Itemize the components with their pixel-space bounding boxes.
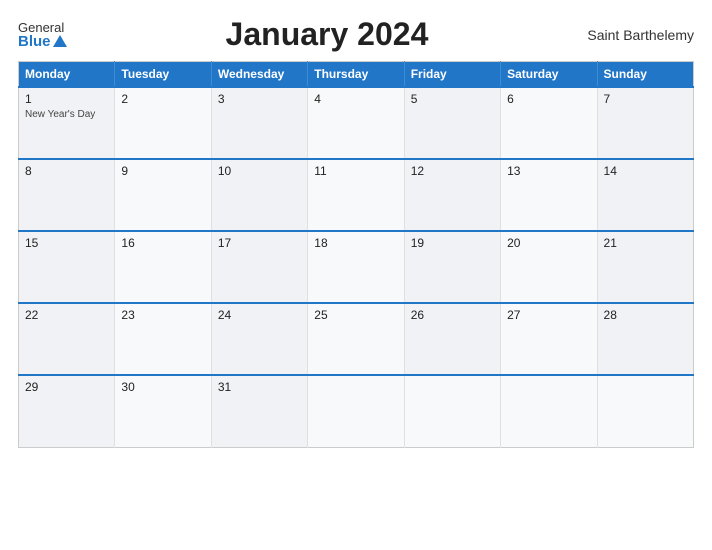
weekday-header-friday: Friday [404,62,500,88]
calendar-cell: 2 [115,87,211,159]
calendar-week-row: 29 30 31 [19,375,694,447]
calendar-cell: 10 [211,159,307,231]
logo: General Blue [18,21,67,49]
day-number: 5 [411,92,494,106]
calendar-cell: 26 [404,303,500,375]
calendar-cell: 7 [597,87,693,159]
day-number: 6 [507,92,590,106]
calendar-cell: 9 [115,159,211,231]
calendar-cell: 8 [19,159,115,231]
day-number: 19 [411,236,494,250]
day-number: 9 [121,164,204,178]
calendar-cell: 16 [115,231,211,303]
calendar-cell: 25 [308,303,404,375]
weekday-header-monday: Monday [19,62,115,88]
region-label: Saint Barthelemy [587,27,694,43]
weekday-header-saturday: Saturday [501,62,597,88]
weekday-row: MondayTuesdayWednesdayThursdayFridaySatu… [19,62,694,88]
calendar-week-row: 89 10 11 12 13 14 [19,159,694,231]
calendar-cell: 21 [597,231,693,303]
day-number: 15 [25,236,108,250]
day-number: 27 [507,308,590,322]
day-number: 16 [121,236,204,250]
day-number: 4 [314,92,397,106]
calendar-cell: 12 [404,159,500,231]
calendar-cell: 15 [19,231,115,303]
day-number: 28 [604,308,687,322]
day-number: 25 [314,308,397,322]
calendar-cell: 3 [211,87,307,159]
calendar-cell: 4 [308,87,404,159]
calendar-title: January 2024 [67,16,588,53]
calendar-week-row: 22 23 24 25 26 27 28 [19,303,694,375]
day-number: 11 [314,164,397,178]
day-number: 2 [121,92,204,106]
calendar-cell: 29 [19,375,115,447]
calendar-cell [308,375,404,447]
calendar-cell: 6 [501,87,597,159]
calendar-cell: 20 [501,231,597,303]
calendar-cell: 19 [404,231,500,303]
logo-blue-text: Blue [18,34,67,49]
calendar-cell: 30 [115,375,211,447]
day-number: 29 [25,380,108,394]
weekday-header-tuesday: Tuesday [115,62,211,88]
calendar-cell: 14 [597,159,693,231]
calendar-event: New Year's Day [25,109,95,120]
weekday-header-thursday: Thursday [308,62,404,88]
calendar-week-row: 15 16 17 18 19 20 21 [19,231,694,303]
weekday-header-wednesday: Wednesday [211,62,307,88]
day-number: 31 [218,380,301,394]
day-number: 14 [604,164,687,178]
day-number: 17 [218,236,301,250]
calendar-cell: 28 [597,303,693,375]
day-number: 21 [604,236,687,250]
calendar-header: MondayTuesdayWednesdayThursdayFridaySatu… [19,62,694,88]
day-number: 7 [604,92,687,106]
day-number: 12 [411,164,494,178]
header: General Blue January 2024 Saint Barthele… [18,16,694,53]
calendar-cell: 31 [211,375,307,447]
calendar-cell [404,375,500,447]
logo-triangle-icon [53,35,67,47]
day-number: 1 [25,92,108,106]
calendar-cell: 27 [501,303,597,375]
day-number: 3 [218,92,301,106]
day-number: 20 [507,236,590,250]
calendar-table: MondayTuesdayWednesdayThursdayFridaySatu… [18,61,694,448]
logo-general-text: General [18,21,67,34]
calendar-cell: 11 [308,159,404,231]
day-number: 26 [411,308,494,322]
day-number: 23 [121,308,204,322]
day-number: 8 [25,164,108,178]
calendar-week-row: 1 New Year's Day 234567 [19,87,694,159]
calendar-page: General Blue January 2024 Saint Barthele… [0,0,712,550]
calendar-cell: 1 New Year's Day [19,87,115,159]
weekday-header-sunday: Sunday [597,62,693,88]
day-number: 13 [507,164,590,178]
calendar-body: 1New Year's Day2345678910111213141516171… [19,87,694,447]
calendar-cell [597,375,693,447]
day-number: 30 [121,380,204,394]
day-number: 10 [218,164,301,178]
day-number: 24 [218,308,301,322]
calendar-cell: 22 [19,303,115,375]
calendar-cell [501,375,597,447]
calendar-cell: 23 [115,303,211,375]
calendar-cell: 24 [211,303,307,375]
calendar-cell: 18 [308,231,404,303]
day-number: 22 [25,308,108,322]
calendar-cell: 13 [501,159,597,231]
day-number: 18 [314,236,397,250]
calendar-cell: 5 [404,87,500,159]
calendar-cell: 17 [211,231,307,303]
